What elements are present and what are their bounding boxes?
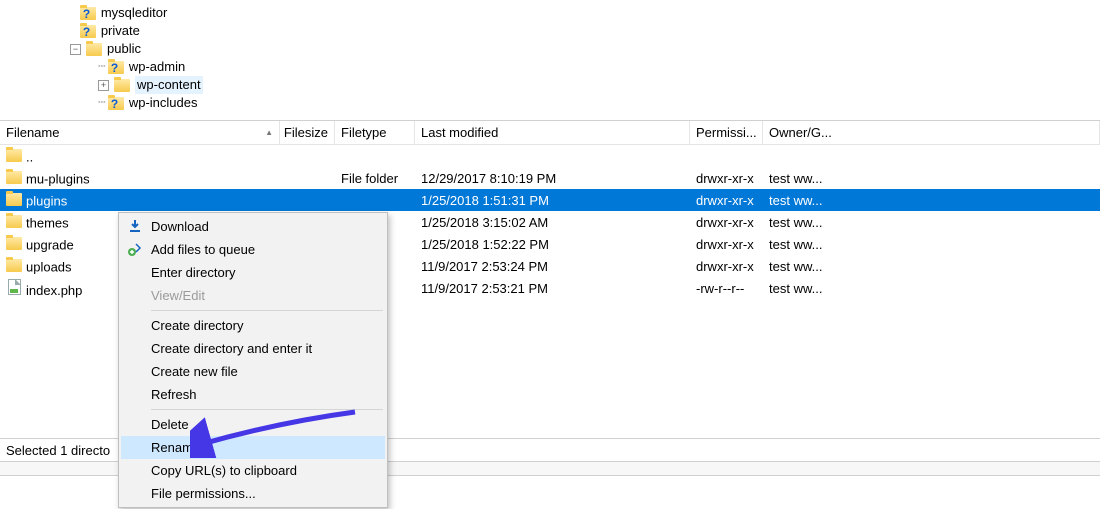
menu-item-create-directory-and-enter-it[interactable]: Create directory and enter it <box>121 337 385 360</box>
folder-icon <box>6 149 22 162</box>
download-icon <box>127 218 143 234</box>
folder-unknown-icon <box>108 61 124 74</box>
add-icon <box>127 241 143 257</box>
col-header-filesize[interactable]: Filesize <box>280 121 335 144</box>
folder-unknown-icon <box>80 25 96 38</box>
menu-item-download[interactable]: Download <box>121 215 385 238</box>
file-name: index.php <box>26 283 82 298</box>
menu-item-enter-directory[interactable]: Enter directory <box>121 261 385 284</box>
folder-icon <box>114 79 130 92</box>
tree-item-label: private <box>101 22 140 40</box>
tree-item-label: public <box>107 40 141 58</box>
menu-item-file-permissions[interactable]: File permissions... <box>121 482 385 505</box>
status-text: Selected 1 directo <box>6 443 110 458</box>
context-menu[interactable]: Download Add files to queue Enter director… <box>118 212 388 508</box>
menu-item-label: Create new file <box>151 364 238 379</box>
tree-item[interactable]: ⋯mysqleditor <box>70 4 1100 22</box>
tree-item-label: wp-admin <box>129 58 185 76</box>
tree-item-label: mysqleditor <box>101 4 167 22</box>
folder-icon <box>6 259 22 272</box>
file-list-header[interactable]: Filename ▲ Filesize Filetype Last modifi… <box>0 121 1100 145</box>
menu-item-label: File permissions... <box>151 486 256 501</box>
folder-icon <box>6 193 22 206</box>
file-row[interactable]: plugins1/25/2018 1:51:31 PMdrwxr-xr-xtes… <box>0 189 1100 211</box>
folder-icon <box>6 171 22 184</box>
tree-item-label: wp-content <box>135 76 203 94</box>
tree-item[interactable]: ⋯private <box>70 22 1100 40</box>
file-name: .. <box>26 150 33 165</box>
col-header-filename[interactable]: Filename ▲ <box>0 121 280 144</box>
file-row[interactable]: mu-pluginsFile folder12/29/2017 8:10:19 … <box>0 167 1100 189</box>
file-name: uploads <box>26 260 72 275</box>
menu-item-label: Copy URL(s) to clipboard <box>151 463 297 478</box>
tree-item[interactable]: − public <box>70 40 1100 58</box>
file-name: plugins <box>26 194 67 209</box>
expand-icon[interactable]: + <box>98 80 109 91</box>
tree-item[interactable]: ⋯wp-includes <box>98 94 1100 112</box>
menu-item-label: Add files to queue <box>151 242 255 257</box>
menu-item-label: Create directory <box>151 318 243 333</box>
menu-item-create-new-file[interactable]: Create new file <box>121 360 385 383</box>
menu-item-label: View/Edit <box>151 288 205 303</box>
menu-item-label: Download <box>151 219 209 234</box>
menu-item-refresh[interactable]: Refresh <box>121 383 385 406</box>
tree-item[interactable]: + wp-content <box>98 76 1100 94</box>
menu-item-rename[interactable]: Rename <box>121 436 385 459</box>
menu-separator <box>151 409 383 410</box>
file-row[interactable]: .. <box>0 145 1100 167</box>
menu-separator <box>151 310 383 311</box>
tree-item-label: wp-includes <box>129 94 198 112</box>
menu-item-label: Delete <box>151 417 189 432</box>
menu-item-label: Refresh <box>151 387 197 402</box>
folder-unknown-icon <box>80 7 96 20</box>
col-header-lastmodified[interactable]: Last modified <box>415 121 690 144</box>
file-name: upgrade <box>26 238 74 253</box>
file-name: mu-plugins <box>26 172 90 187</box>
menu-item-label: Enter directory <box>151 265 236 280</box>
col-header-owner[interactable]: Owner/G... <box>763 121 1100 144</box>
menu-item-delete[interactable]: Delete <box>121 413 385 436</box>
menu-item-view-edit: View/Edit <box>121 284 385 307</box>
menu-item-copy-url-s-to-clipboard[interactable]: Copy URL(s) to clipboard <box>121 459 385 482</box>
php-file-icon <box>8 279 21 295</box>
menu-item-add-files-to-queue[interactable]: Add files to queue <box>121 238 385 261</box>
col-header-permissions[interactable]: Permissi... <box>690 121 763 144</box>
file-name: themes <box>26 216 69 231</box>
menu-item-create-directory[interactable]: Create directory <box>121 314 385 337</box>
folder-icon <box>86 43 102 56</box>
folder-unknown-icon <box>108 97 124 110</box>
remote-directory-tree[interactable]: ⋯mysqleditor⋯private − public⋯wp-admin + wp-… <box>0 0 1100 120</box>
sort-asc-icon: ▲ <box>265 128 273 137</box>
col-header-filetype[interactable]: Filetype <box>335 121 415 144</box>
menu-item-label: Create directory and enter it <box>151 341 312 356</box>
menu-item-label: Rename <box>151 440 200 455</box>
folder-icon <box>6 237 22 250</box>
tree-item[interactable]: ⋯wp-admin <box>98 58 1100 76</box>
collapse-icon[interactable]: − <box>70 44 81 55</box>
folder-icon <box>6 215 22 228</box>
